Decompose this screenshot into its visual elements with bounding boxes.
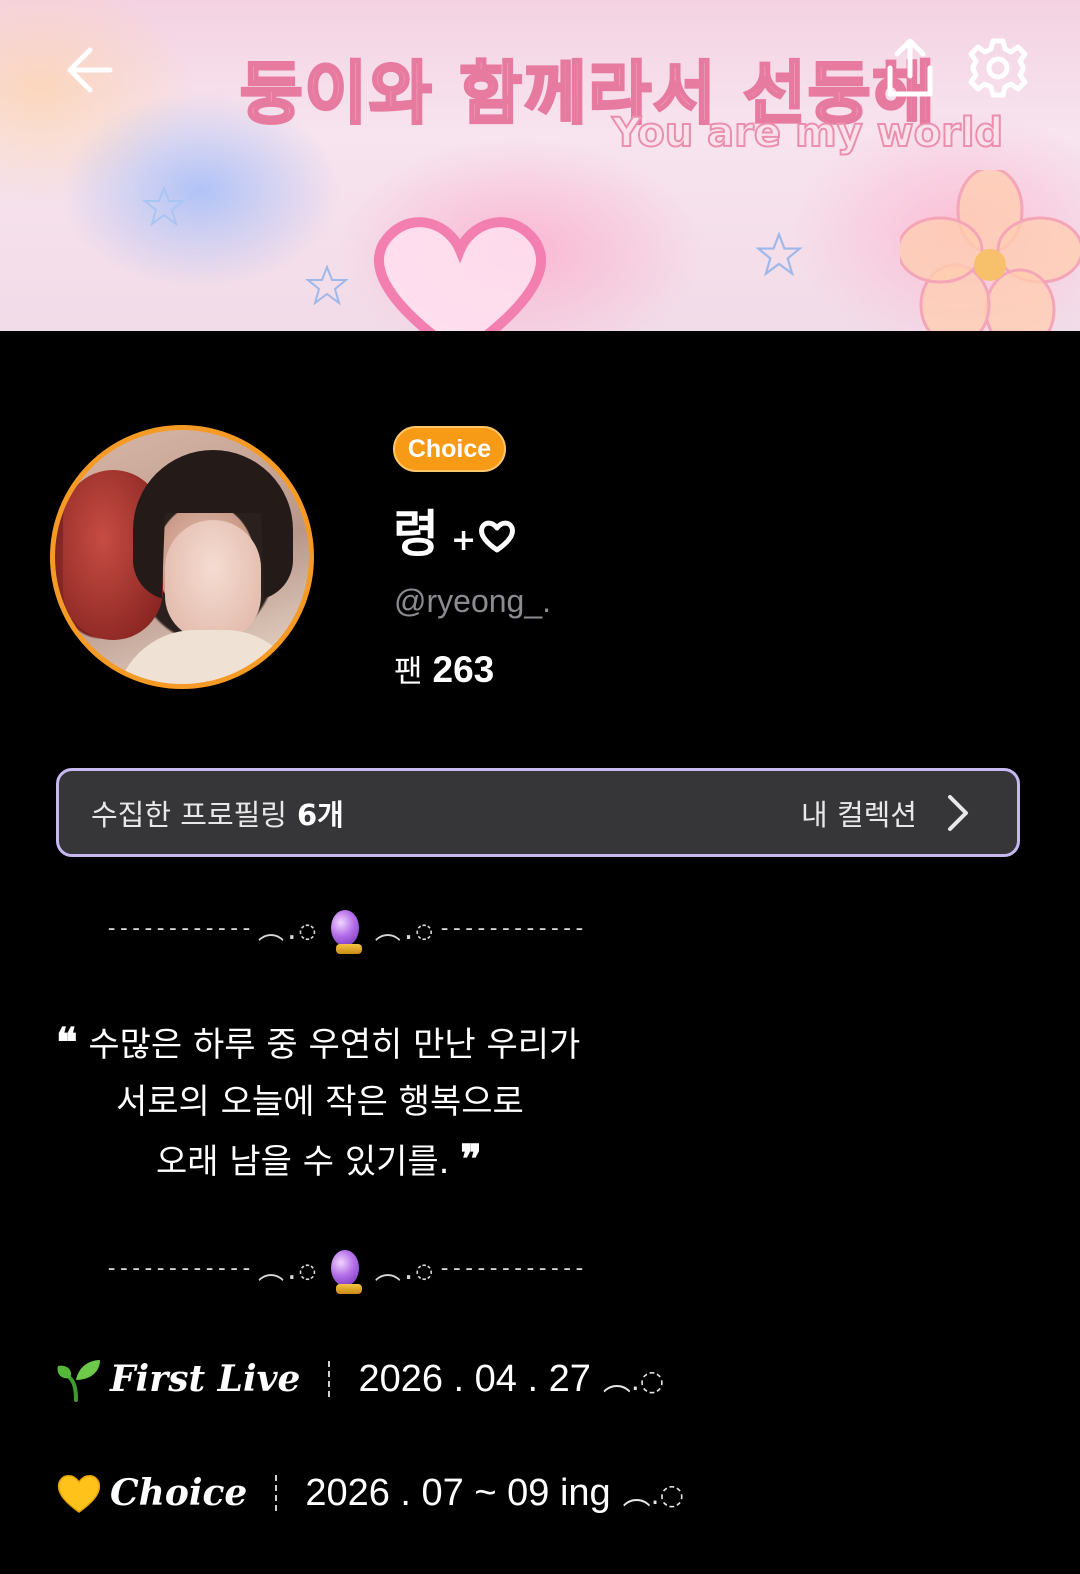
avatar-body xyxy=(115,630,305,684)
profile-name-row: 령 + xyxy=(393,494,516,564)
collection-label: 수집한 프로필링 xyxy=(91,797,287,832)
seedling-icon xyxy=(56,1356,102,1402)
collection-button[interactable]: 수집한 프로필링 6개 내 컬렉션 xyxy=(56,768,1020,857)
back-button[interactable] xyxy=(52,32,128,108)
fans-count: 263 xyxy=(432,649,495,690)
first-live-row: First Live 2026 . 04 . 27 ︵.◌ xyxy=(56,1356,664,1402)
divider-dashes: ------------ xyxy=(105,1255,253,1281)
divider-dashes: ------------ xyxy=(438,915,586,941)
choice-row: Choice 2026 . 07 ~ 09 ing ︵.◌ xyxy=(56,1470,684,1516)
choice-label: Choice xyxy=(110,1472,248,1514)
chevron-right-icon xyxy=(948,794,968,831)
collection-summary: 수집한 프로필링 6개 xyxy=(91,792,344,834)
star-decoration xyxy=(142,186,186,226)
my-collection-link[interactable]: 내 컬렉션 xyxy=(801,792,969,834)
arrow-left-icon xyxy=(67,47,113,93)
separator xyxy=(328,1361,331,1397)
fans-count-row[interactable]: 팬 263 xyxy=(394,646,494,691)
choice-period: 2026 . 07 ~ 09 ing xyxy=(305,1471,611,1514)
crystal-ball-icon xyxy=(331,910,363,954)
bio-text: 오래 남을 수 있기를. xyxy=(156,1142,450,1182)
bio-divider: ------------ ︵.◌ ︵.◌ ------------ xyxy=(105,903,586,954)
close-quote-icon: ❞ xyxy=(460,1136,482,1183)
divider-dashes: ------------ xyxy=(438,1255,586,1281)
divider-wave: ︵.◌ xyxy=(257,915,316,946)
bio-divider: ------------ ︵.◌ ︵.◌ ------------ xyxy=(105,1243,586,1294)
collection-count: 6개 xyxy=(296,797,344,832)
bio-text: 서로의 오늘에 작은 행복으로 xyxy=(116,1082,524,1122)
bio-line: ❝ 수많은 하루 중 우연히 만난 우리가 xyxy=(56,1014,656,1074)
profile-banner: 둥이와 함께라서 선둥해 You are my world xyxy=(0,0,1080,331)
avatar[interactable] xyxy=(50,425,314,689)
banner-subtitle: You are my world xyxy=(611,109,1004,157)
divider-dashes: ------------ xyxy=(105,915,253,941)
first-live-label: First Live xyxy=(110,1358,301,1400)
yellow-heart-icon xyxy=(56,1470,102,1516)
divider-wave: ︵.◌ xyxy=(374,1255,433,1286)
bio-text: 수많은 하루 중 우연히 만난 우리가 xyxy=(88,1025,581,1065)
star-decoration xyxy=(755,232,803,276)
bio-line: 오래 남을 수 있기를. ❞ xyxy=(56,1131,656,1191)
flower-decoration xyxy=(900,170,1080,331)
wave-decoration: ︵.◌ xyxy=(602,1364,665,1397)
heart-icon xyxy=(479,520,516,552)
wave-decoration: ︵.◌ xyxy=(622,1478,685,1511)
separator xyxy=(275,1475,278,1511)
crystal-ball-icon xyxy=(331,1250,363,1294)
fans-label: 팬 xyxy=(394,654,423,690)
first-live-date: 2026 . 04 . 27 xyxy=(358,1357,591,1400)
settings-button[interactable] xyxy=(960,30,1036,106)
share-icon xyxy=(887,38,933,97)
star-decoration xyxy=(305,265,349,305)
avatar-face xyxy=(165,520,261,640)
name-suffix: + xyxy=(451,513,516,558)
profile-bio: ❝ 수많은 하루 중 우연히 만난 우리가 서로의 오늘에 작은 행복으로 오래… xyxy=(56,1014,656,1191)
open-quote-icon: ❝ xyxy=(56,1019,78,1066)
choice-badge: Choice xyxy=(393,426,506,472)
bio-line: 서로의 오늘에 작은 행복으로 xyxy=(56,1074,656,1131)
gear-icon xyxy=(968,38,1028,98)
divider-wave: ︵.◌ xyxy=(257,1255,316,1286)
heart-decoration xyxy=(373,217,547,331)
share-button[interactable] xyxy=(872,30,948,106)
name-suffix-plus: + xyxy=(451,523,477,558)
my-collection-label: 내 컬렉션 xyxy=(801,797,917,832)
profile-handle: @ryeong_. xyxy=(394,583,552,619)
profile-name: 령 xyxy=(393,505,439,563)
divider-wave: ︵.◌ xyxy=(374,915,433,946)
